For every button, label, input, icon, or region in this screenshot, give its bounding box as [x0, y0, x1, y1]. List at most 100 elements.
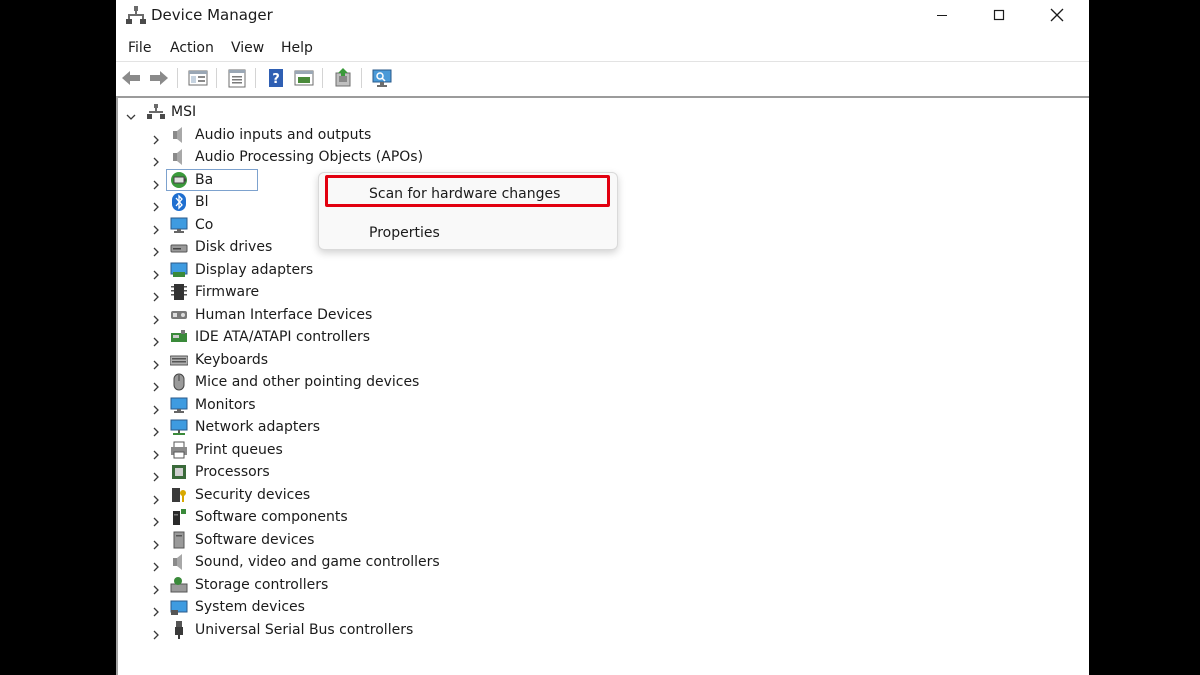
system-devices-icon — [170, 598, 188, 616]
storage-controller-icon — [170, 576, 188, 594]
tree-item-label: Audio Processing Objects (APOs) — [195, 149, 424, 166]
computer-root-icon — [147, 103, 165, 121]
firmware-icon — [170, 283, 188, 301]
chevron-right-icon[interactable] — [151, 557, 161, 572]
show-hide-tree-icon[interactable] — [187, 67, 209, 89]
tree-item-row[interactable]: Display adapters — [118, 260, 1078, 280]
chevron-right-icon[interactable] — [151, 467, 161, 482]
chevron-right-icon[interactable] — [151, 625, 161, 640]
chevron-right-icon[interactable] — [151, 422, 161, 437]
tree-item-label: Network adapters — [195, 419, 320, 436]
tree-item-label: Keyboards — [195, 351, 269, 368]
disk-drive-icon — [170, 238, 188, 256]
context-menu-properties[interactable]: Properties — [369, 223, 440, 243]
chevron-right-icon[interactable] — [151, 242, 161, 257]
menu-view[interactable]: View — [231, 38, 264, 58]
tree-item-row[interactable]: System devices — [118, 597, 1078, 617]
chevron-right-icon[interactable] — [151, 332, 161, 347]
chevron-right-icon[interactable] — [151, 265, 161, 280]
chevron-right-icon[interactable] — [151, 445, 161, 460]
tree-item-label: Sound, video and game controllers — [195, 554, 440, 571]
tree-item-row[interactable]: IDE ATA/ATAPI controllers — [118, 327, 1078, 347]
maximize-button[interactable] — [976, 0, 1022, 30]
chevron-right-icon[interactable] — [151, 535, 161, 550]
tree-root-row[interactable]: MSI — [118, 102, 1078, 122]
tree-item-label: Storage controllers — [195, 576, 329, 593]
scan-hardware-icon[interactable] — [371, 67, 393, 89]
tree-item-label: Bl — [195, 194, 209, 211]
mouse-icon — [170, 373, 188, 391]
tree-item-row[interactable]: Audio Processing Objects (APOs) — [118, 147, 1078, 167]
tree-item-label: Universal Serial Bus controllers — [195, 621, 414, 638]
tree-item-row[interactable]: Processors — [118, 462, 1078, 482]
menu-help[interactable]: Help — [281, 38, 313, 58]
ide-controller-icon — [170, 328, 188, 346]
view-icon[interactable] — [293, 67, 315, 89]
tree-item-row[interactable]: Firmware — [118, 282, 1078, 302]
svg-text:?: ? — [272, 72, 280, 87]
tree-item-label: Print queues — [195, 441, 283, 458]
tree-item-label: Processors — [195, 464, 270, 481]
tree-item-label: Mice and other pointing devices — [195, 374, 420, 391]
printer-icon — [170, 441, 188, 459]
tree-item-row[interactable]: Human Interface Devices — [118, 305, 1078, 325]
minimize-button[interactable] — [919, 0, 965, 30]
tree-item-row[interactable]: Security devices — [118, 485, 1078, 505]
help-icon[interactable]: ? — [265, 67, 287, 89]
close-button[interactable] — [1034, 0, 1080, 30]
tree-item-row[interactable]: Software devices — [118, 530, 1078, 550]
tree-item-row[interactable]: Universal Serial Bus controllers — [118, 620, 1078, 640]
keyboard-icon — [169, 351, 189, 369]
tree-root-label: MSI — [171, 104, 197, 120]
tree-item-row[interactable]: Print queues — [118, 440, 1078, 460]
chevron-right-icon[interactable] — [151, 602, 161, 617]
tree-item-label: Audio inputs and outputs — [195, 126, 372, 143]
chevron-right-icon[interactable] — [151, 490, 161, 505]
hid-icon — [170, 306, 188, 324]
usb-icon — [170, 620, 188, 639]
device-manager-icon — [126, 5, 146, 25]
chevron-right-icon[interactable] — [151, 355, 161, 370]
tree-item-label: System devices — [195, 599, 305, 616]
tree-item-row[interactable]: Software components — [118, 507, 1078, 527]
forward-icon[interactable] — [148, 67, 170, 89]
selected-item-outline — [166, 168, 258, 191]
tree-item-row[interactable]: Mice and other pointing devices — [118, 372, 1078, 392]
menu-file[interactable]: File — [128, 38, 151, 58]
tree-item-label: Monitors — [195, 396, 256, 413]
menu-action[interactable]: Action — [170, 38, 214, 58]
tree-item-row[interactable]: Audio inputs and outputs — [118, 125, 1078, 145]
window-title: Device Manager — [151, 6, 273, 24]
network-adapter-icon — [170, 418, 188, 436]
chevron-right-icon[interactable] — [151, 175, 161, 190]
security-device-icon — [170, 486, 188, 504]
chevron-right-icon[interactable] — [151, 197, 161, 212]
tree-item-row[interactable]: Network adapters — [118, 417, 1078, 437]
tree-item-row[interactable]: Keyboards — [118, 350, 1078, 370]
tree-item-row[interactable]: Storage controllers — [118, 575, 1078, 595]
chevron-right-icon[interactable] — [151, 580, 161, 595]
update-driver-icon[interactable] — [332, 67, 354, 89]
speaker-icon — [170, 553, 188, 571]
chevron-right-icon[interactable] — [151, 152, 161, 167]
highlight-box — [325, 175, 610, 207]
chevron-right-icon[interactable] — [151, 220, 161, 235]
chevron-right-icon[interactable] — [151, 287, 161, 302]
tree-item-label: Disk drives — [195, 239, 273, 256]
chevron-down-icon[interactable] — [126, 107, 136, 120]
properties-icon[interactable] — [226, 67, 248, 89]
chevron-right-icon[interactable] — [151, 512, 161, 527]
tree-item-label: Software components — [195, 509, 348, 526]
back-icon[interactable] — [120, 67, 142, 89]
tree-item-row[interactable]: Sound, video and game controllers — [118, 552, 1078, 572]
chevron-right-icon[interactable] — [151, 310, 161, 325]
chevron-right-icon[interactable] — [151, 400, 161, 415]
chevron-right-icon[interactable] — [151, 377, 161, 392]
tree-item-label: Co — [195, 216, 214, 233]
tree-item-row[interactable]: Monitors — [118, 395, 1078, 415]
title-bar: Device Manager — [116, 0, 1089, 30]
tree-item-label: IDE ATA/ATAPI controllers — [195, 329, 371, 346]
chevron-right-icon[interactable] — [151, 130, 161, 145]
bluetooth-icon — [170, 193, 188, 212]
menu-bar: File Action View Help — [116, 35, 1089, 60]
